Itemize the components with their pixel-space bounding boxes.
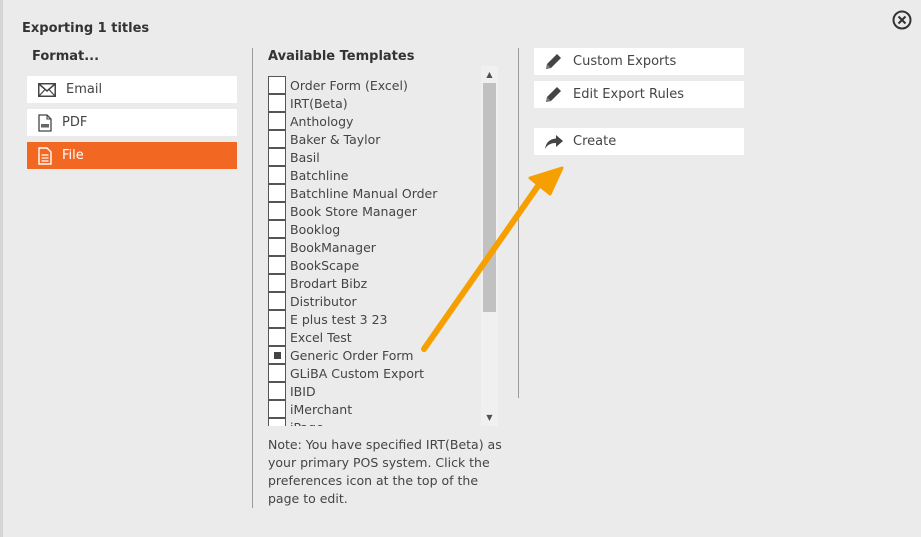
template-checkbox[interactable] <box>268 256 286 274</box>
template-label: Booklog <box>290 221 341 237</box>
pencil-icon <box>546 86 561 102</box>
template-label: Basil <box>290 149 320 165</box>
template-checkbox[interactable] <box>268 274 286 292</box>
template-label: Baker & Taylor <box>290 131 381 147</box>
template-label: iMerchant <box>290 401 353 417</box>
template-row[interactable]: Anthology <box>266 112 478 130</box>
template-row[interactable]: BookManager <box>266 238 478 256</box>
template-label: Batchline <box>290 167 349 183</box>
template-label: IBID <box>290 383 316 399</box>
close-button[interactable] <box>891 9 913 31</box>
edit-export-rules-button[interactable]: Edit Export Rules <box>534 81 744 108</box>
scroll-thumb[interactable] <box>483 83 496 312</box>
template-checkbox[interactable] <box>268 184 286 202</box>
custom-exports-button[interactable]: Custom Exports <box>534 48 744 75</box>
template-row[interactable]: Batchline <box>266 166 478 184</box>
templates-list[interactable]: Order Form (Excel) IRT(Beta) Anthology Bake… <box>266 66 498 426</box>
template-label: Batchline Manual Order <box>290 185 438 201</box>
template-checkbox[interactable] <box>268 130 286 148</box>
format-file-button[interactable]: File <box>27 142 237 169</box>
format-pdf-button[interactable]: PDF <box>27 109 237 136</box>
scroll-up-button[interactable]: ▲ <box>481 66 498 83</box>
template-row[interactable]: GLiBA Custom Export <box>266 364 478 382</box>
format-file-label: File <box>62 148 84 163</box>
template-row[interactable]: BookScape <box>266 256 478 274</box>
document-icon <box>38 146 52 165</box>
template-row[interactable]: Batchline Manual Order <box>266 184 478 202</box>
template-checkbox[interactable] <box>268 382 286 400</box>
template-checkbox[interactable] <box>268 418 286 426</box>
pdf-file-icon <box>38 113 52 132</box>
format-email-button[interactable]: Email <box>27 76 237 103</box>
format-heading: Format... <box>32 49 100 64</box>
scroll-down-button[interactable]: ▼ <box>481 409 498 426</box>
export-dialog: Exporting 1 titles Format... Email PDF F… <box>0 0 921 537</box>
template-row[interactable]: Baker & Taylor <box>266 130 478 148</box>
pos-note: Note: You have specified IRT(Beta) as yo… <box>268 437 502 506</box>
template-checkbox[interactable] <box>268 310 286 328</box>
template-label: Generic Order Form <box>290 347 414 363</box>
template-label: Distributor <box>290 293 357 309</box>
template-checkbox[interactable] <box>268 112 286 130</box>
template-checkbox[interactable] <box>268 94 286 112</box>
template-row[interactable]: Excel Test <box>266 328 478 346</box>
template-row[interactable]: IBID <box>266 382 478 400</box>
template-row[interactable]: iPage <box>266 418 478 426</box>
template-row[interactable]: IRT(Beta) <box>266 94 478 112</box>
template-checkbox[interactable] <box>268 166 286 184</box>
format-pdf-label: PDF <box>62 115 88 130</box>
format-email-label: Email <box>66 82 103 97</box>
left-edge <box>0 0 3 537</box>
template-checkbox[interactable] <box>268 328 286 346</box>
close-circle-icon <box>892 10 912 30</box>
template-label: iPage <box>290 420 324 427</box>
template-row[interactable]: Basil <box>266 148 478 166</box>
pencil-icon <box>546 53 561 69</box>
template-checkbox[interactable] <box>268 76 286 94</box>
share-arrow-icon <box>545 134 563 149</box>
custom-exports-label: Custom Exports <box>573 54 677 69</box>
template-checkbox[interactable] <box>268 220 286 238</box>
template-label: GLiBA Custom Export <box>290 365 425 381</box>
template-row[interactable]: Distributor <box>266 292 478 310</box>
template-checkbox[interactable] <box>268 400 286 418</box>
template-checkbox[interactable] <box>268 148 286 166</box>
template-checkbox[interactable] <box>268 346 286 364</box>
divider-right <box>518 48 519 398</box>
template-label: Book Store Manager <box>290 203 417 219</box>
template-row[interactable]: iMerchant <box>266 400 478 418</box>
template-checkbox[interactable] <box>268 238 286 256</box>
template-row[interactable]: Booklog <box>266 220 478 238</box>
template-row[interactable]: Generic Order Form <box>266 346 478 364</box>
template-row[interactable]: E plus test 3 23 <box>266 310 478 328</box>
template-label: Anthology <box>290 113 354 129</box>
template-checkbox[interactable] <box>268 202 286 220</box>
template-label: IRT(Beta) <box>290 95 348 111</box>
template-label: Order Form (Excel) <box>290 77 408 93</box>
templates-scrollbar[interactable]: ▲ ▼ <box>481 66 498 426</box>
template-label: Excel Test <box>290 329 352 345</box>
create-button[interactable]: Create <box>534 128 744 155</box>
template-label: BookManager <box>290 239 376 255</box>
divider-left <box>252 48 253 508</box>
template-row[interactable]: Book Store Manager <box>266 202 478 220</box>
template-label: BookScape <box>290 257 360 273</box>
template-checkbox[interactable] <box>268 292 286 310</box>
template-label: E plus test 3 23 <box>290 311 388 327</box>
create-label: Create <box>573 134 617 149</box>
template-row[interactable]: Brodart Bibz <box>266 274 478 292</box>
template-checkbox[interactable] <box>268 364 286 382</box>
edit-export-rules-label: Edit Export Rules <box>573 87 685 102</box>
dialog-title: Exporting 1 titles <box>22 21 150 36</box>
templates-heading: Available Templates <box>268 49 415 64</box>
template-label: Brodart Bibz <box>290 275 368 291</box>
envelope-icon <box>38 82 56 97</box>
template-row[interactable]: Order Form (Excel) <box>266 76 478 94</box>
